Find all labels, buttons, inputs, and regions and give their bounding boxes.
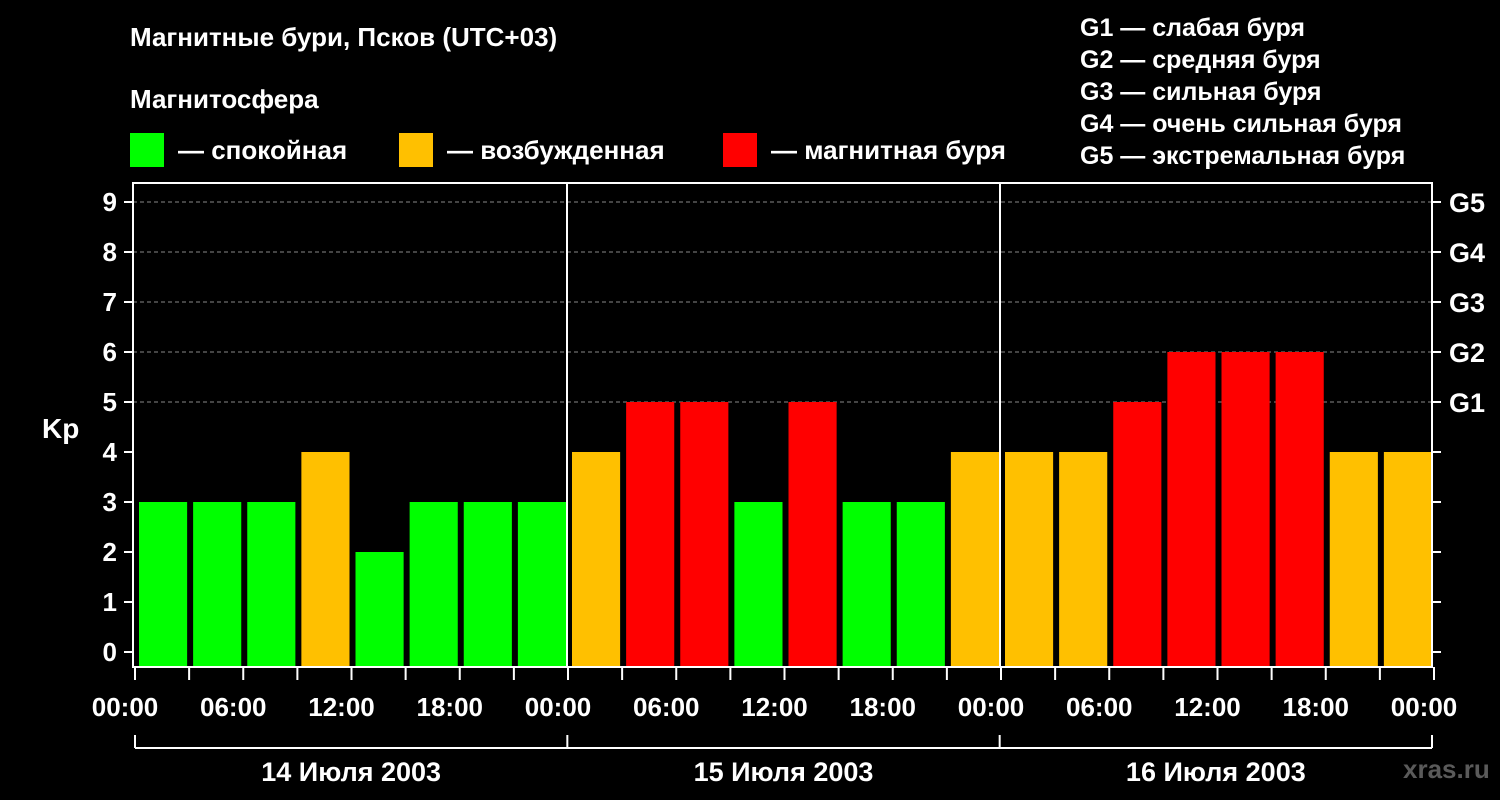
kp-bar-chart: 0 1 2 3 4 5 6 7 8 9 G1 G2 G3 G4 G5 Kp 00:00 06:00 12:00 18:… [42,182,1485,787]
x-tick-label: 00:00 [1391,692,1458,722]
day-label: 14 Июля 2003 [261,757,441,787]
x-tick-label: 06:00 [200,692,267,722]
kp-bar [463,502,512,667]
x-tick-label: 12:00 [1174,692,1241,722]
g-level-label: G2 [1449,338,1485,368]
day-label: 15 Июля 2003 [694,757,874,787]
kp-bar [1167,352,1216,667]
x-tick-label: 00:00 [92,692,159,722]
y-tick-label: 4 [103,437,118,467]
kp-bar [572,452,621,667]
kp-bar [193,502,242,667]
x-tick-label: 00:00 [525,692,592,722]
kp-bar [355,552,404,667]
kp-bar [788,402,837,667]
kp-bar [247,502,296,667]
g-level-label: G3 [1449,288,1485,318]
kp-bar [409,502,458,667]
kp-bar [1113,402,1162,667]
x-tick-label: 18:00 [1283,692,1350,722]
y-tick-label: 1 [103,587,117,617]
kp-bar [734,502,783,667]
kp-bar [1005,452,1054,667]
g-level-label: G1 [1449,388,1485,418]
x-tick-label: 06:00 [1066,692,1133,722]
y-axis-label: Kp [42,413,79,444]
kp-bar [1221,352,1270,667]
kp-bar [1383,452,1432,667]
y-tick-label: 3 [103,487,117,517]
g-level-label: G4 [1449,238,1485,268]
y-tick-label: 0 [103,637,117,667]
y-tick-label: 8 [103,237,117,267]
day-label: 16 Июля 2003 [1126,757,1306,787]
watermark: xras.ru [1403,754,1490,784]
kp-bar [517,502,566,667]
y-tick-label: 2 [103,537,117,567]
kp-bar [950,452,999,667]
y-tick-label: 5 [103,387,117,417]
kp-bar [842,502,891,667]
kp-bar [139,502,188,667]
kp-bar [896,502,945,667]
x-tick-label: 18:00 [417,692,484,722]
kp-bar [680,402,729,667]
x-tick-label: 12:00 [308,692,375,722]
g-level-label: G5 [1449,188,1485,218]
x-tick-label: 12:00 [741,692,808,722]
y-tick-label: 7 [103,287,117,317]
x-tick-label: 18:00 [850,692,917,722]
kp-bar [626,402,675,667]
y-tick-label: 6 [103,337,117,367]
kp-bar [1275,352,1324,667]
kp-bar [301,452,350,667]
x-tick-label: 06:00 [633,692,700,722]
kp-bar [1329,452,1378,667]
y-tick-label: 9 [103,187,117,217]
kp-bar [1059,452,1108,667]
x-tick-label: 00:00 [958,692,1025,722]
